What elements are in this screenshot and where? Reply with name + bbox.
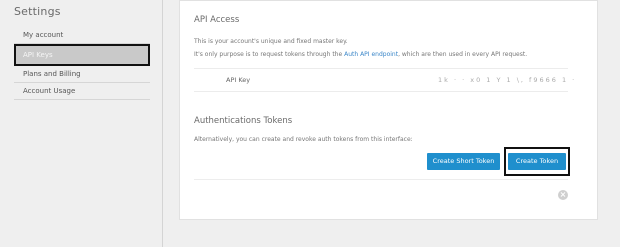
auth-tokens-title: Authentications Tokens (194, 116, 293, 126)
main-panel: API Access This is your account's unique… (179, 0, 598, 220)
api-access-purpose: It's only purpose is to request tokens t… (194, 51, 527, 58)
api-access-description: This is your account's unique and fixed … (194, 38, 348, 45)
create-token-button[interactable]: Create Token (508, 153, 566, 170)
close-icon[interactable]: × (558, 190, 568, 200)
sidebar-item-my-account[interactable]: My account (14, 27, 150, 44)
sidebar-title: Settings (14, 5, 61, 18)
auth-api-endpoint-link[interactable]: Auth API endpoint (344, 51, 398, 58)
sidebar-divider (162, 0, 163, 247)
api-key-row: API Key 1k · · x0 1 Y 1 \, f9666 1 · (194, 68, 574, 92)
purpose-text-end: , which are then used in every API reque… (398, 51, 528, 58)
token-list-divider (194, 179, 568, 180)
api-key-value[interactable]: 1k · · x0 1 Y 1 \, f9666 1 · (438, 76, 576, 84)
sidebar-item-plans-and-billing[interactable]: Plans and Billing (14, 66, 150, 83)
sidebar-item-api-keys[interactable]: API Keys (14, 44, 150, 66)
sidebar-nav: My account API Keys Plans and Billing Ac… (14, 27, 150, 100)
api-access-title: API Access (194, 15, 240, 25)
purpose-text-start: It's only purpose is to request tokens t… (194, 51, 345, 58)
auth-tokens-description: Alternatively, you can create and revoke… (194, 136, 413, 143)
sidebar-item-account-usage[interactable]: Account Usage (14, 83, 150, 100)
create-short-token-button[interactable]: Create Short Token (427, 153, 500, 170)
sidebar: Settings My account API Keys Plans and B… (0, 0, 160, 247)
api-key-label: API Key (226, 76, 251, 84)
